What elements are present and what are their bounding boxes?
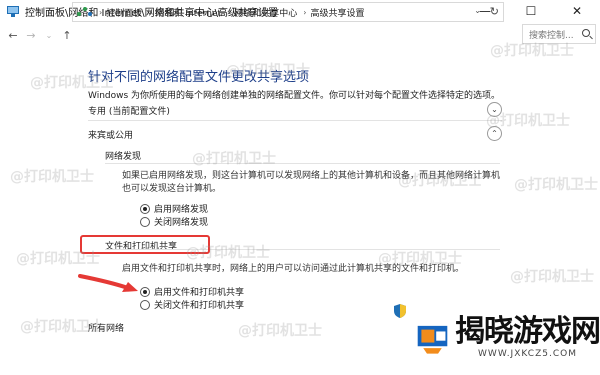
divider: [105, 163, 500, 164]
address-dropdown-icon[interactable]: ⌄: [474, 6, 481, 15]
radio-label: 启用网络发现: [154, 205, 209, 215]
profile-guest-label: 来宾或公用: [88, 130, 134, 141]
maximize-button[interactable]: ☐: [508, 0, 554, 22]
watermark: @打印机卫士: [226, 63, 310, 79]
watermark: @打印机卫士: [398, 173, 482, 189]
watermark: @打印机卫士: [16, 251, 100, 267]
radio-disable-sharing[interactable]: 关闭文件和打印机共享: [140, 298, 244, 311]
search-placeholder: 搜索控制...: [529, 30, 574, 41]
watermark: @打印机卫士: [486, 113, 570, 129]
radio-label: 启用文件和打印机共享: [154, 288, 245, 298]
watermark: @打印机卫士: [238, 323, 322, 339]
watermark: @打印机卫士: [186, 245, 270, 261]
chevron-right-icon[interactable]: ›: [303, 8, 306, 17]
search-icon: [582, 29, 590, 37]
network-discovery-heading: 网络发现: [105, 152, 142, 162]
up-arrow-icon[interactable]: ↑: [58, 25, 76, 45]
watermark: @打印机卫士: [10, 169, 94, 185]
site-url: WWW.JXKCZ5.COM: [478, 348, 577, 359]
breadcrumb-network-sharing-center[interactable]: 网络和共享中心: [234, 6, 297, 19]
watermark: @打印机卫士: [510, 269, 594, 285]
site-logo-badge: 揭晓游戏网 WWW.JXKCZ5.COM: [410, 298, 600, 375]
control-panel-icon: [6, 5, 20, 17]
radio-button[interactable]: [140, 299, 150, 310]
breadcrumb-advanced-sharing[interactable]: 高级共享设置: [310, 6, 364, 19]
watermark: @打印机卫士: [514, 177, 598, 193]
breadcrumb-network-internet[interactable]: 网络和 Internet: [155, 6, 221, 19]
recent-dropdown-icon[interactable]: ⌄: [40, 25, 58, 45]
watermark: @打印机卫士: [378, 251, 462, 267]
address-bar[interactable]: › 控制面板 › 网络和 Internet › 网络和共享中心 › 高级共享设置…: [72, 2, 504, 22]
radio-button-selected[interactable]: [140, 203, 150, 214]
watermark: @打印机卫士: [192, 151, 276, 167]
radio-label: 关闭文件和打印机共享: [154, 301, 245, 311]
breadcrumb-control-panel[interactable]: 控制面板: [106, 6, 142, 19]
network-location-icon: [77, 6, 93, 18]
radio-button-selected[interactable]: [140, 286, 150, 297]
site-name: 揭晓游戏网: [455, 313, 600, 349]
forward-arrow-icon[interactable]: →: [22, 25, 40, 45]
watermark: @打印机卫士: [30, 75, 114, 91]
radio-disable-discovery[interactable]: 关闭网络发现: [140, 215, 208, 228]
profile-private-header[interactable]: 专用 (当前配置文件) ⌄: [88, 99, 502, 121]
profile-private-label: 专用 (当前配置文件): [88, 106, 170, 117]
chevron-right-icon[interactable]: ›: [227, 8, 230, 17]
radio-enable-sharing[interactable]: 启用文件和打印机共享: [140, 285, 244, 298]
radio-enable-discovery[interactable]: 启用网络发现: [140, 202, 208, 215]
refresh-icon[interactable]: ↻: [490, 5, 499, 18]
chevron-right-icon[interactable]: ›: [148, 8, 151, 17]
radio-label: 关闭网络发现: [154, 218, 209, 228]
close-button[interactable]: ✕: [554, 0, 600, 22]
chevron-right-icon: ›: [99, 7, 103, 17]
watermark: @打印机卫士: [490, 43, 574, 59]
red-arrow-annotation: [78, 274, 138, 292]
radio-button[interactable]: [140, 216, 150, 227]
watermark: @打印机卫士: [20, 319, 104, 335]
profile-guest-header[interactable]: 来宾或公用 ⌃: [88, 123, 502, 145]
site-logo-icon: [417, 325, 448, 354]
back-arrow-icon[interactable]: ←: [4, 25, 22, 45]
shield-icon: [394, 304, 406, 318]
